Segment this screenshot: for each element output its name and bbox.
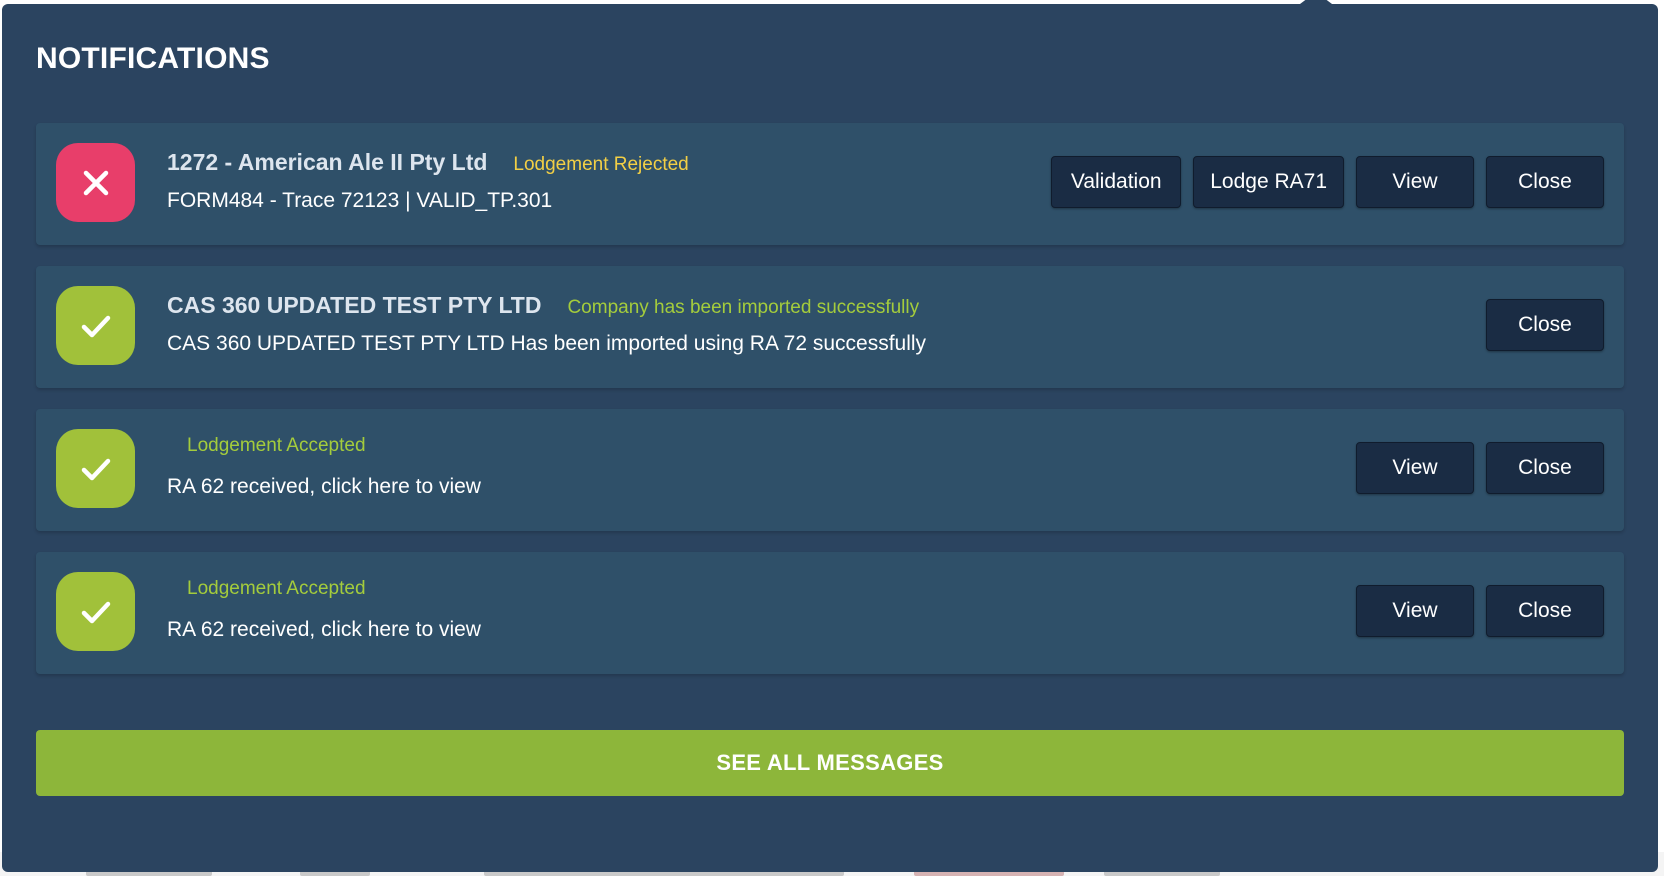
check-icon (81, 458, 110, 480)
notification-status: Company has been imported successfully (567, 297, 920, 318)
success-badge (56, 286, 135, 365)
x-icon (83, 170, 108, 195)
notification-header: Lodgement Accepted (167, 578, 366, 600)
notification-title: CAS 360 UPDATED TEST PTY LTD (167, 292, 542, 318)
notification-card[interactable]: 1272 - American Ale II Pty Ltd Lodgement… (36, 123, 1624, 245)
notification-header: CAS 360 UPDATED TEST PTY LTD Company has… (167, 292, 919, 319)
view-button[interactable]: View (1356, 442, 1474, 494)
notification-message[interactable]: FORM484 - Trace 72123 | VALID_TP.301 (167, 189, 552, 213)
view-button[interactable]: View (1356, 585, 1474, 637)
check-icon (81, 601, 110, 623)
close-button[interactable]: Close (1486, 156, 1604, 208)
notification-message[interactable]: RA 62 received, click here to view (167, 618, 481, 642)
notification-title: 1272 - American Ale II Pty Ltd (167, 149, 488, 175)
success-badge (56, 572, 135, 651)
success-badge (56, 429, 135, 508)
notification-card[interactable]: Lodgement Accepted RA 62 received, click… (36, 552, 1624, 674)
notification-message[interactable]: CAS 360 UPDATED TEST PTY LTD Has been im… (167, 332, 926, 356)
notification-message[interactable]: RA 62 received, click here to view (167, 475, 481, 499)
notification-actions: Close (1486, 299, 1604, 351)
page: NOTIFICATIONS 1272 - American Ale II Pty… (0, 0, 1664, 876)
notification-status: Lodgement Rejected (513, 154, 689, 175)
notification-status: Lodgement Accepted (187, 578, 366, 599)
close-button[interactable]: Close (1486, 442, 1604, 494)
see-all-messages-button[interactable]: SEE ALL MESSAGES (36, 730, 1624, 796)
notification-status: Lodgement Accepted (187, 435, 366, 456)
notification-header: 1272 - American Ale II Pty Ltd Lodgement… (167, 149, 689, 176)
check-icon (81, 315, 110, 337)
error-badge (56, 143, 135, 222)
validation-button[interactable]: Validation (1051, 156, 1182, 208)
notification-header: Lodgement Accepted (167, 435, 366, 457)
close-button[interactable]: Close (1486, 299, 1604, 351)
panel-caret (1300, 0, 1332, 4)
notification-actions: View Close (1356, 585, 1604, 637)
notification-card[interactable]: Lodgement Accepted RA 62 received, click… (36, 409, 1624, 531)
notification-actions: View Close (1356, 442, 1604, 494)
panel-title: NOTIFICATIONS (36, 42, 270, 75)
notifications-panel: NOTIFICATIONS 1272 - American Ale II Pty… (2, 0, 1658, 872)
view-button[interactable]: View (1356, 156, 1474, 208)
notification-card[interactable]: CAS 360 UPDATED TEST PTY LTD Company has… (36, 266, 1624, 388)
notification-actions: Validation Lodge RA71 View Close (1051, 156, 1604, 208)
close-button[interactable]: Close (1486, 585, 1604, 637)
lodge-ra71-button[interactable]: Lodge RA71 (1193, 156, 1344, 208)
